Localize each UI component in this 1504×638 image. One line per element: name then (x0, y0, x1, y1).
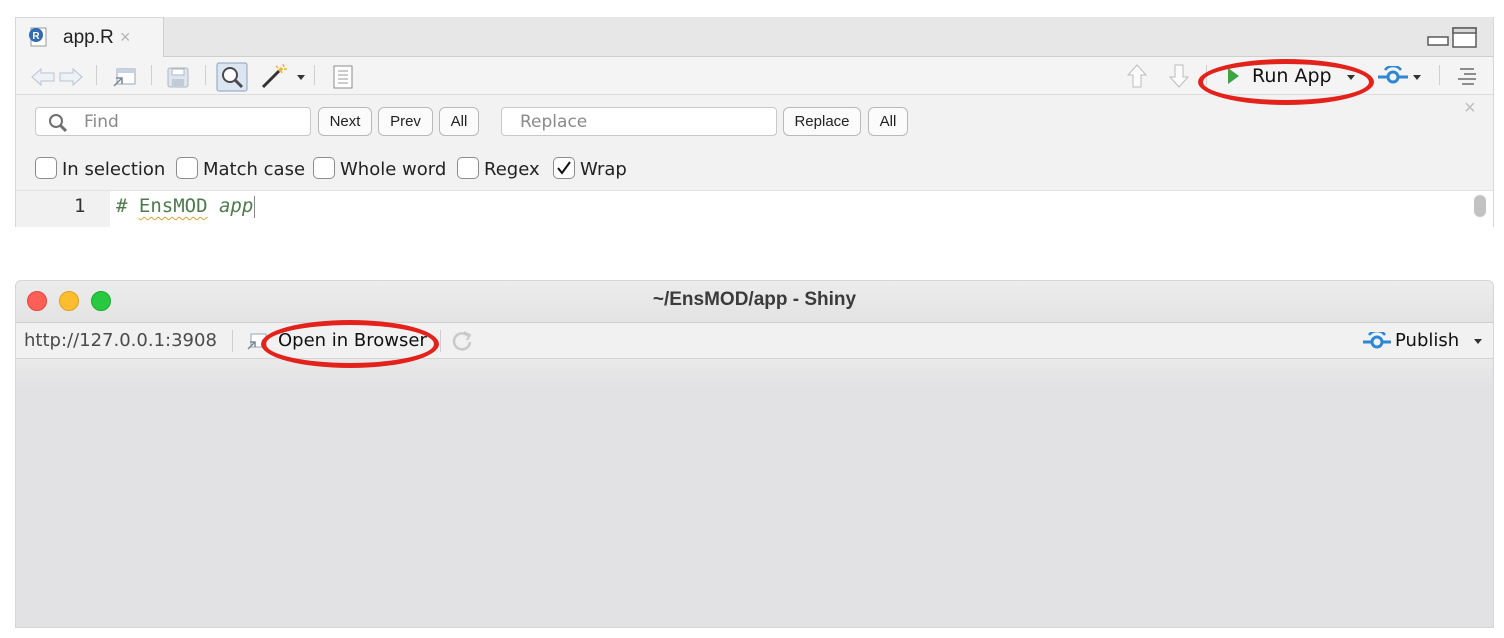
toolbar-separator (440, 330, 441, 352)
line-gutter: 1 (16, 191, 110, 227)
in-selection-label: In selection (62, 159, 166, 180)
forward-arrow-icon[interactable] (58, 67, 84, 87)
editor-tab-bar: R app.R × (16, 17, 1493, 58)
toolbar-separator (1439, 65, 1440, 85)
r-file-icon: R (29, 27, 47, 47)
publish-dropdown-icon[interactable] (1473, 338, 1483, 346)
whole-word-checkbox[interactable] (313, 157, 335, 179)
compile-report-icon[interactable] (331, 65, 355, 89)
replace-button[interactable]: Replace (783, 107, 861, 136)
in-selection-checkbox[interactable] (35, 157, 57, 179)
source-editor-pane: R app.R × Run App Find Next Prev All Rep… (15, 17, 1494, 227)
close-find-bar-icon[interactable]: × (1464, 97, 1476, 120)
wrap-label: Wrap (580, 159, 627, 180)
down-arrow-icon[interactable] (1168, 63, 1190, 89)
code-line[interactable]: # EnsMOD app (116, 195, 256, 218)
window-title-bar: ~/EnsMOD/app - Shiny (16, 281, 1493, 323)
publish-icon[interactable] (1361, 332, 1393, 352)
toolbar-separator (314, 65, 315, 85)
vertical-scrollbar-thumb[interactable] (1474, 195, 1486, 217)
viewer-toolbar: http://127.0.0.1:3908 Open in Browser Pu… (16, 323, 1493, 359)
toolbar-separator (151, 65, 152, 85)
save-icon[interactable] (166, 66, 190, 88)
find-next-button[interactable]: Next (318, 107, 372, 136)
toolbar-separator (205, 65, 206, 85)
regex-checkbox[interactable] (457, 157, 479, 179)
replace-all-button[interactable]: All (868, 107, 908, 136)
find-replace-icon[interactable] (216, 62, 248, 92)
line-number: 1 (74, 195, 86, 217)
wrap-checkbox[interactable] (553, 157, 575, 179)
find-placeholder: Find (84, 112, 119, 132)
maximize-pane-icon[interactable] (1452, 27, 1478, 49)
svg-text:R: R (32, 31, 40, 42)
publish-dropdown-icon[interactable] (1412, 74, 1422, 82)
publish-button[interactable]: Publish (1395, 330, 1459, 351)
replace-placeholder: Replace (520, 112, 588, 132)
find-all-button[interactable]: All (439, 107, 479, 136)
minimize-pane-icon[interactable] (1427, 27, 1449, 47)
search-icon (49, 114, 68, 133)
dropdown-arrow-icon[interactable] (296, 74, 306, 82)
find-input[interactable]: Find (35, 107, 311, 136)
regex-label: Regex (484, 159, 540, 180)
comment-prefix: # (116, 195, 139, 217)
spellcheck-word: EnsMOD (138, 195, 208, 217)
editor-tab-app-r[interactable]: R app.R × (16, 17, 164, 58)
code-editor[interactable]: 1 # EnsMOD app (16, 191, 1493, 227)
app-url: http://127.0.0.1:3908 (24, 330, 217, 351)
text-cursor (254, 195, 256, 218)
whole-word-label: Whole word (340, 159, 447, 180)
magic-wand-icon[interactable] (260, 63, 290, 89)
comment-text: app (207, 195, 254, 217)
back-arrow-icon[interactable] (30, 67, 56, 87)
tab-close-icon[interactable]: × (120, 27, 131, 48)
up-arrow-icon[interactable] (1126, 63, 1148, 89)
match-case-label: Match case (203, 159, 306, 180)
toolbar-separator (96, 65, 97, 85)
annotation-ring-run-app (1198, 59, 1374, 105)
annotation-ring-open-in-browser (261, 320, 439, 368)
tab-label: app.R (63, 27, 114, 48)
toolbar-separator (232, 330, 233, 352)
outline-icon[interactable] (1456, 67, 1478, 85)
shiny-viewer-window: ~/EnsMOD/app - Shiny http://127.0.0.1:39… (15, 280, 1494, 628)
publish-icon[interactable] (1376, 66, 1410, 88)
window-title: ~/EnsMOD/app - Shiny (652, 289, 857, 310)
refresh-icon[interactable] (450, 329, 474, 353)
checkmark-icon (557, 161, 571, 175)
replace-input[interactable]: Replace (501, 107, 777, 136)
show-in-window-icon[interactable] (112, 66, 138, 88)
app-content-area (16, 359, 1493, 627)
match-case-checkbox[interactable] (176, 157, 198, 179)
find-prev-button[interactable]: Prev (378, 107, 433, 136)
